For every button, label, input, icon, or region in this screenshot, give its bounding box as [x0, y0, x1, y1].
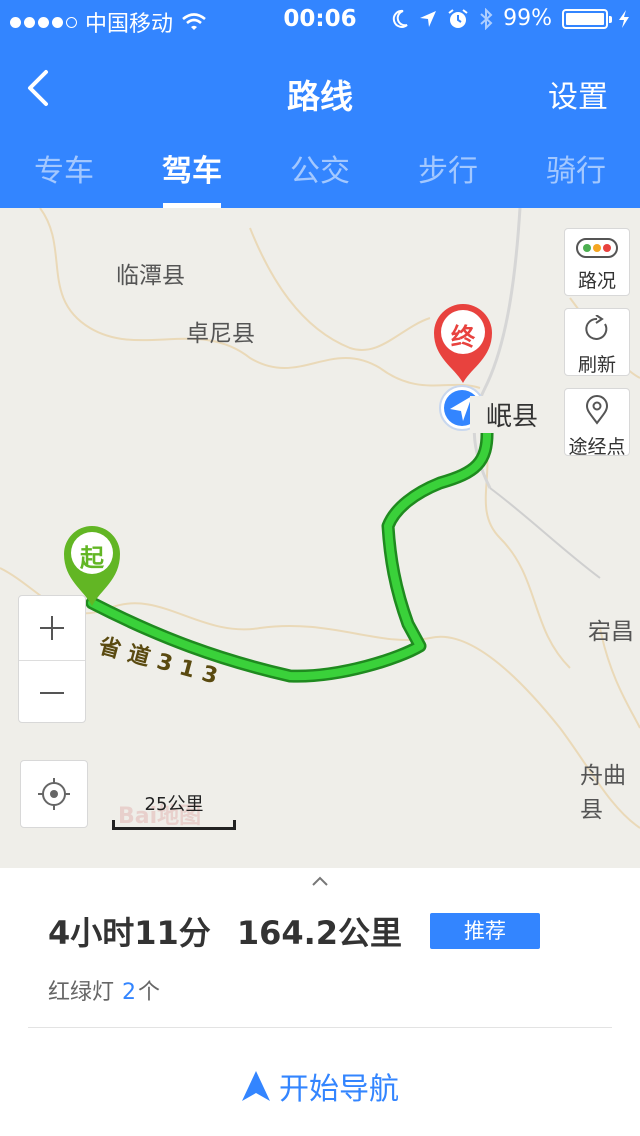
status-right: 99% [391, 6, 630, 31]
scale-bar [112, 820, 236, 830]
route-line [88, 389, 492, 681]
refresh-label: 刷新 [577, 354, 616, 376]
place-minxian: 岷县 [470, 396, 539, 433]
place-lintan: 临潭县 [116, 263, 185, 289]
alarm-icon [448, 8, 468, 28]
plus-icon [40, 616, 64, 640]
battery-icon [562, 8, 612, 29]
header: 中国移动 00:06 99% 路线 设置 专车 驾车 公交 步行 骑行 [0, 0, 640, 208]
zoom-in-button[interactable] [19, 596, 85, 660]
tab-cycling[interactable]: 骑行 [512, 140, 640, 208]
boundary-line [489, 487, 601, 579]
route-summary-panel[interactable]: 4小时11分 164.2公里 推荐 红绿灯 2个 开始导航 [0, 868, 640, 1136]
battery-percent: 99% [503, 6, 552, 31]
refresh-button[interactable]: 刷新 [564, 308, 630, 376]
boundary-line [479, 427, 571, 669]
scale-label: 25公里 [144, 794, 204, 815]
start-navigation-label: 开始导航 [279, 1072, 399, 1107]
start-marker-label: 起 [80, 544, 104, 572]
tab-driving[interactable]: 驾车 [128, 140, 256, 208]
end-marker-label: 终 [451, 323, 475, 351]
locate-button[interactable] [20, 760, 88, 828]
navigation-arrow-icon [242, 1071, 270, 1101]
refresh-icon [585, 314, 608, 340]
traffic-lights-unit: 个 [138, 980, 161, 1005]
recommended-badge: 推荐 [430, 913, 541, 949]
place-dangchang: 宕昌 [588, 619, 634, 645]
boundary-line [249, 227, 431, 351]
location-arrow-icon [420, 10, 437, 27]
traffic-label: 路况 [577, 270, 616, 292]
waypoint-label: 途经点 [568, 436, 626, 458]
map-pin-icon [585, 395, 609, 425]
tab-private-car[interactable]: 专车 [0, 140, 128, 208]
tab-walking[interactable]: 步行 [384, 140, 512, 208]
start-navigation-button[interactable]: 开始导航 [0, 1064, 640, 1108]
place-zhuoni: 卓尼县 [186, 321, 255, 347]
settings-button[interactable]: 设置 [548, 72, 608, 116]
route-distance: 164.2公里 [236, 914, 403, 952]
chevron-up-icon[interactable] [310, 874, 330, 888]
navigation-bar: 路线 设置 [0, 40, 640, 140]
minus-icon [40, 691, 64, 694]
status-bar: 中国移动 00:06 99% [0, 0, 640, 40]
zoom-out-button[interactable] [19, 660, 85, 724]
traffic-lights-count: 2 [122, 980, 137, 1005]
traffic-lights-label: 红绿灯 [48, 980, 115, 1005]
route-summary: 4小时11分 164.2公里 推荐 [48, 908, 541, 954]
crosshair-icon [38, 778, 70, 810]
transport-tabs: 专车 驾车 公交 步行 骑行 [0, 140, 640, 208]
traffic-button[interactable]: 路况 [564, 228, 630, 296]
boundary-line [39, 208, 481, 389]
page-title: 路线 [287, 77, 353, 116]
map-view[interactable]: 起 终 临潭县 卓尼县 岷县 宕昌 舟曲县 省道313 路况 刷新 途经点 Ba… [0, 208, 640, 868]
traffic-light-icon [576, 238, 618, 258]
bluetooth-icon [480, 7, 493, 30]
moon-icon [392, 9, 408, 28]
tab-transit[interactable]: 公交 [256, 140, 384, 208]
place-zhouqu: 舟曲县 [580, 763, 626, 823]
traffic-lights-info: 红绿灯 2个 [48, 974, 160, 1006]
zoom-controls [18, 595, 86, 723]
divider [28, 1027, 612, 1028]
map-scale: 25公里 [112, 790, 236, 830]
route-duration: 4小时11分 [48, 914, 211, 952]
waypoint-button[interactable]: 途经点 [564, 388, 630, 458]
charging-icon [619, 9, 629, 28]
